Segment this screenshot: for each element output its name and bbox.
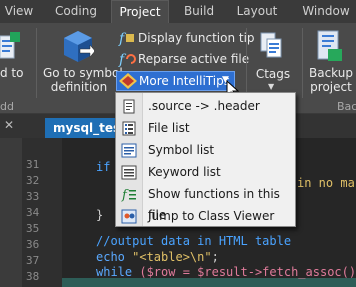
go-to-definition-icon[interactable] [62,29,96,63]
line-number: 32 [26,174,40,187]
current-line-highlight [62,278,356,287]
backup-project-icon[interactable] [314,29,344,63]
menu-bar: View Coding Project Build Layout Window [0,0,356,23]
functions-icon: f [121,187,137,203]
ctags-button[interactable]: Ctags [252,67,294,81]
line-number: 33 [26,190,40,203]
editor-tab[interactable]: mysql_test.p [45,118,139,138]
line-number: 34 [26,206,40,219]
close-icon[interactable]: ✕ [4,118,16,132]
menu-item-source-header[interactable]: .source -> .header [116,96,295,117]
line-number: 38 [26,270,40,283]
line-number: 36 [26,238,40,251]
menu-item-jump-class-viewer[interactable]: Jump to Class Viewer [116,206,295,227]
code-line: } [96,208,104,222]
menu-item-file-list[interactable]: File list [116,118,295,139]
backup-project-label-1[interactable]: Backup [306,66,356,80]
tab-project[interactable]: Project [111,0,169,23]
menu-item-label: File list [148,121,190,135]
tab-view[interactable]: View [0,0,38,23]
backup-group-label: Bac [337,100,356,113]
partial-group-label: dd [0,100,14,113]
line-number: 35 [26,222,40,235]
partial-button-label: d to [0,66,24,80]
left-gutter [0,138,22,287]
function-tip-icon: f [118,30,136,47]
symbol-list-icon [121,143,137,158]
ctags-icon[interactable] [259,31,287,61]
menu-item-label: .source -> .header [148,99,260,113]
reparse-active-file-button[interactable]: Reparse active file [138,52,249,66]
chevron-down-icon: ▼ [268,82,275,91]
svg-text:f: f [121,188,129,202]
menu-item-keyword-list[interactable]: Keyword list [116,162,295,183]
file-switch-icon [121,99,137,114]
menu-item-label: Symbol list [148,143,215,157]
reparse-icon: f [118,51,136,68]
code-line: while ($row = $result->fetch_assoc()) [96,265,356,279]
line-number: 37 [26,254,40,267]
go-to-definition-label-2[interactable]: definition [43,80,115,94]
ribbon-divider [36,28,37,98]
display-function-tip-button[interactable]: Display function tip [138,31,255,45]
class-viewer-icon [121,209,137,224]
tab-build[interactable]: Build [177,0,221,23]
menu-item-label: Jump to Class Viewer [148,209,275,223]
partial-button-icon[interactable] [0,32,20,62]
menu-item-show-functions[interactable]: f Show functions in this file [116,184,295,222]
code-token: echo [96,250,133,264]
more-intellitips-label: More IntelliTips [139,74,230,88]
tab-layout[interactable]: Layout [231,0,283,23]
tab-coding[interactable]: Coding [48,0,104,23]
intellitips-icon [119,73,137,89]
code-line: in no ma [297,176,355,190]
code-comment: //output data in HTML table [96,234,292,248]
backup-project-label-2[interactable]: project [306,80,356,94]
svg-text:f: f [118,52,127,67]
code-string: "<table>\n" [132,250,212,264]
intellitips-dropdown-menu: .source -> .header File list Symbol list… [115,92,296,227]
tab-window[interactable]: Window [296,0,356,23]
svg-text:f: f [118,31,127,46]
code-line: echo "<table>\n"; [96,250,219,264]
file-list-icon [121,121,137,136]
menu-item-label: Keyword list [148,165,221,179]
ribbon-divider [246,28,247,98]
ribbon-divider [302,28,303,98]
keyword-list-icon [121,165,137,180]
line-number: 31 [26,158,40,171]
menu-item-symbol-list[interactable]: Symbol list [116,140,295,161]
go-to-definition-label-1[interactable]: Go to symbol [43,66,123,80]
code-token: ; [211,250,219,264]
code-token: while [96,265,140,279]
code-token: ($row = $result->fetch_assoc()) [139,265,356,279]
code-line: if [96,160,111,174]
